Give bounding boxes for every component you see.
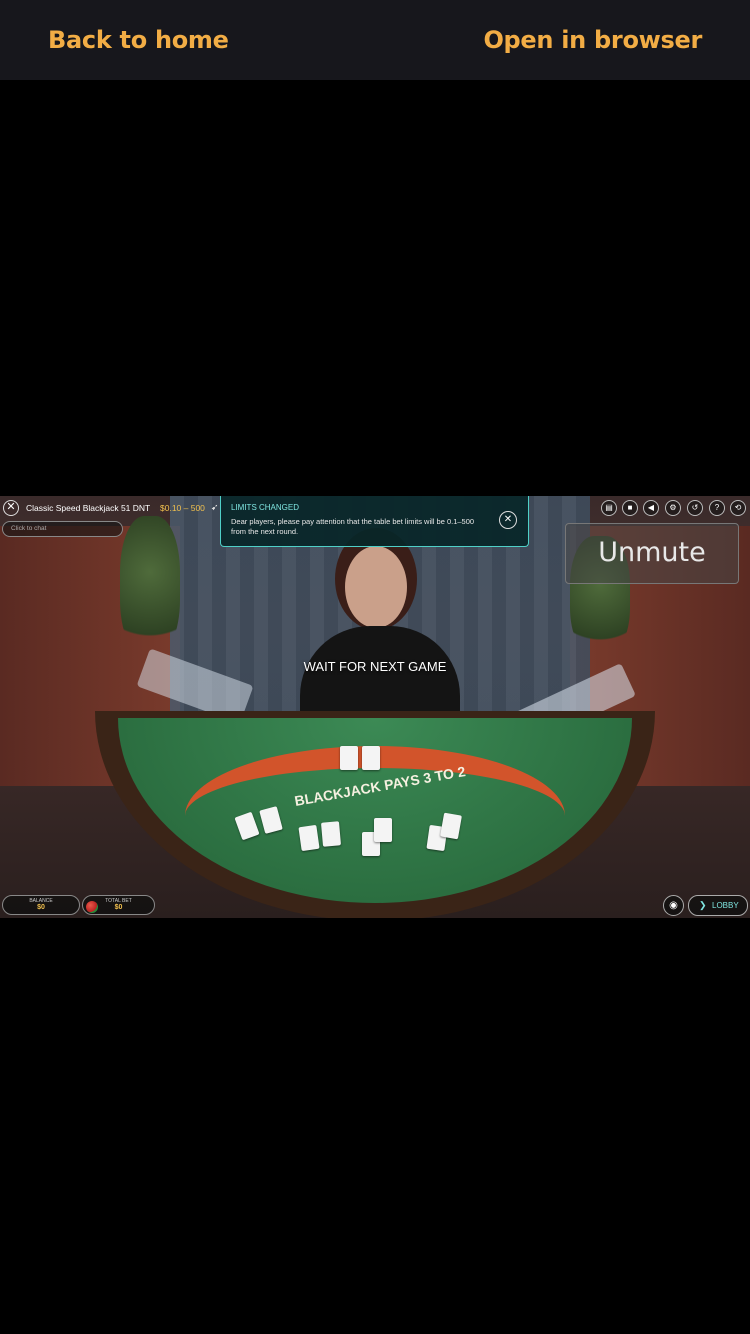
open-in-browser-link[interactable]: Open in browser: [483, 26, 702, 54]
lobby-label: LOBBY: [712, 901, 739, 910]
chat-placeholder: Click to chat: [11, 525, 47, 532]
help-icon[interactable]: ?: [709, 500, 725, 516]
eye-icon[interactable]: ◉: [663, 895, 684, 916]
fullscreen-icon[interactable]: ⟲: [730, 500, 746, 516]
game-video[interactable]: BLACKJACK PAYS 3 TO 2 WAIT FOR NEXT GAME…: [0, 496, 750, 918]
table-name: Classic Speed Blackjack 51 DNT: [26, 503, 151, 513]
sound-icon[interactable]: ◀: [643, 500, 659, 516]
lobby-button[interactable]: ❯ LOBBY: [688, 895, 748, 916]
back-to-home-link[interactable]: Back to home: [48, 26, 229, 54]
pointer-icon[interactable]: ➹: [211, 502, 219, 513]
chat-input[interactable]: Click to chat: [2, 521, 123, 537]
balance-display: BALANCE $0: [2, 895, 80, 915]
plant-left: [120, 516, 180, 656]
card: [340, 746, 358, 770]
history-icon[interactable]: ↺: [687, 500, 703, 516]
notice-title: LIMITS CHANGED: [231, 503, 300, 512]
video-icon[interactable]: ■: [622, 500, 638, 516]
card: [374, 818, 392, 842]
settings-icon[interactable]: ⚙: [665, 500, 681, 516]
close-icon[interactable]: ✕: [3, 500, 19, 516]
chips-icon: [86, 901, 98, 913]
lobby-arrow-icon: ❯: [699, 900, 707, 910]
table-limits[interactable]: $0.10 – 500: [160, 503, 205, 513]
top-bar: Back to home Open in browser: [0, 0, 750, 80]
card: [320, 821, 342, 847]
card: [298, 824, 320, 852]
total-bet-display: TOTAL BET $0: [82, 895, 155, 915]
game-status: WAIT FOR NEXT GAME: [303, 659, 447, 674]
chat-icon[interactable]: ▤: [601, 500, 617, 516]
dealer-head: [345, 546, 407, 628]
unmute-button[interactable]: Unmute: [565, 523, 739, 584]
balance-value: $0: [37, 904, 45, 911]
limits-changed-notice: LIMITS CHANGED Dear players, please pay …: [220, 496, 529, 547]
notice-close-icon[interactable]: ✕: [499, 511, 517, 529]
notice-body: Dear players, please pay attention that …: [231, 517, 475, 536]
card: [362, 746, 380, 770]
